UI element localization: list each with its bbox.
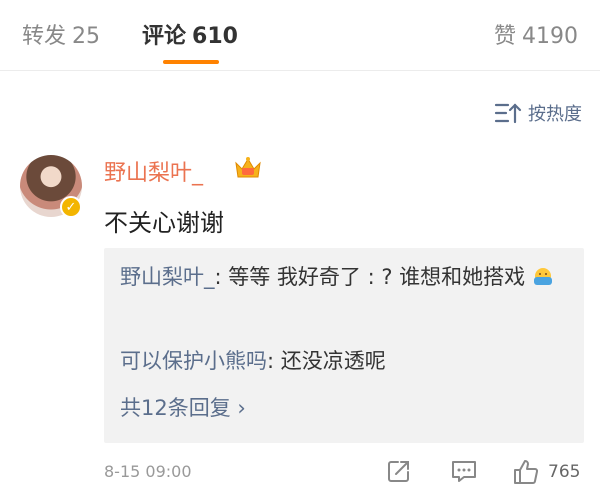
sort-label: 按热度 <box>528 104 582 125</box>
emoji-icon <box>533 268 552 285</box>
repost-icon <box>388 461 409 482</box>
active-tab-indicator <box>163 60 219 64</box>
verified-icon: ✓ <box>60 196 82 218</box>
reply-text: : 还没凉透呢 <box>267 349 386 373</box>
replies-panel[interactable]: 野山梨叶_: 等等 我好奇了 : ? 谁想和她搭戏 可以保护小熊吗: 还没凉透呢… <box>104 248 584 443</box>
tab-comment-label: 评论 <box>142 24 187 49</box>
reply-author[interactable]: 可以保护小熊吗 <box>120 349 267 373</box>
like-count: 765 <box>548 462 581 482</box>
tab-repost[interactable]: 转发 25 <box>22 18 100 50</box>
sort-button[interactable]: 按热度 <box>494 100 582 126</box>
tab-comment[interactable]: 评论 610 <box>142 18 238 50</box>
tab-like[interactable]: 赞 4190 <box>494 18 578 50</box>
sort-icon <box>494 103 522 124</box>
reply-item[interactable]: 野山梨叶_: 等等 我好奇了 : ? 谁想和她搭戏 <box>120 260 560 294</box>
comment-username[interactable]: 野山梨叶_ <box>104 155 203 187</box>
tab-bar: 转发 25 评论 610 赞 4190 <box>0 0 600 71</box>
reply-icon <box>452 461 476 482</box>
repost-button[interactable] <box>386 458 412 488</box>
more-replies-link[interactable]: 共12条回复 › <box>120 392 246 422</box>
tab-like-count: 4190 <box>522 24 578 49</box>
tab-like-label: 赞 <box>493 24 516 49</box>
comment-text: 不关心谢谢 <box>104 209 224 237</box>
crown-icon <box>235 157 261 178</box>
like-icon <box>514 460 539 484</box>
comment-time: 8-15 09:00 <box>104 462 192 481</box>
like-button[interactable]: 765 <box>512 458 580 486</box>
tab-comment-count: 610 <box>192 24 238 49</box>
reply-item[interactable]: 可以保护小熊吗: 还没凉透呢 <box>120 344 560 378</box>
tab-repost-label: 转发 <box>22 24 67 49</box>
tab-repost-count: 25 <box>72 24 101 49</box>
reply-text: : 等等 我好奇了 : ? 谁想和她搭戏 <box>214 265 526 289</box>
reply-author[interactable]: 野山梨叶_ <box>120 265 215 289</box>
